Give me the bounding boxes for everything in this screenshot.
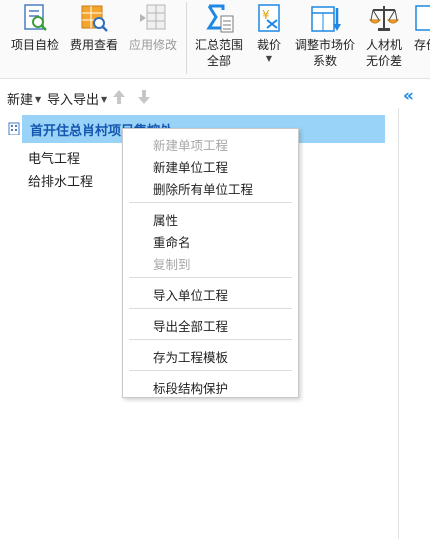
labor-material-line2: 无价差 bbox=[365, 54, 402, 68]
apply-modify-button[interactable]: 应用修改 bbox=[125, 0, 181, 78]
import-export-label: 导入导出 bbox=[47, 93, 100, 108]
apply-modify-label: 应用修改 bbox=[128, 38, 177, 52]
building-icon bbox=[8, 122, 20, 135]
menu-copy-to[interactable]: 复制到 bbox=[153, 254, 191, 273]
menu-separator bbox=[129, 308, 292, 309]
adjust-market-line2: 系数 bbox=[312, 54, 337, 68]
import-export-dropdown-button[interactable]: 导入导出 ▼ bbox=[47, 89, 107, 108]
price-button[interactable]: ¥ 裁价 ▼ bbox=[250, 0, 288, 78]
fee-view-icon bbox=[81, 5, 108, 32]
labor-material-label: 人材机 无价差 bbox=[362, 37, 406, 69]
menu-import-unit-project[interactable]: 导入单位工程 bbox=[153, 285, 228, 304]
apply-modify-icon bbox=[140, 4, 166, 30]
save-price-icon bbox=[415, 5, 430, 31]
project-check-icon bbox=[24, 4, 47, 31]
save-price-button[interactable]: 存价 bbox=[410, 0, 430, 78]
move-down-icon[interactable] bbox=[137, 89, 151, 105]
menu-separator bbox=[129, 277, 292, 278]
summary-range-line2: 全部 bbox=[206, 54, 231, 68]
price-label: 裁价 bbox=[256, 38, 281, 52]
pane-divider bbox=[398, 108, 399, 539]
menu-export-all-projects[interactable]: 导出全部工程 bbox=[153, 316, 228, 335]
price-dropdown-icon[interactable]: ▼ bbox=[250, 54, 288, 63]
ribbon-divider bbox=[186, 2, 187, 74]
sigma-icon bbox=[206, 4, 234, 33]
import-export-caret-icon: ▼ bbox=[101, 95, 108, 104]
tree-item-plumbing[interactable]: 给排水工程 bbox=[28, 171, 93, 190]
labor-material-button[interactable]: 人材机 无价差 bbox=[362, 0, 406, 78]
menu-new-unit-project[interactable]: 新建单位工程 bbox=[153, 157, 228, 176]
new-dropdown-button[interactable]: 新建 ▼ bbox=[7, 89, 41, 108]
menu-separator bbox=[129, 370, 292, 371]
summary-range-line1: 汇总范围 bbox=[194, 38, 243, 52]
tree-item-electrical[interactable]: 电气工程 bbox=[28, 148, 80, 167]
fee-view-label: 费用查看 bbox=[69, 38, 118, 52]
ribbon: 项目自检 费用查看 应用修改 汇总范围 全部 ¥ 裁价 ▼ 调整市场价 系数 人… bbox=[0, 0, 430, 79]
menu-separator bbox=[129, 339, 292, 340]
scale-icon bbox=[368, 6, 400, 31]
menu-delete-all-units[interactable]: 删除所有单位工程 bbox=[153, 179, 253, 198]
menu-rename[interactable]: 重命名 bbox=[153, 232, 191, 251]
summary-range-label: 汇总范围 全部 bbox=[192, 37, 246, 69]
adjust-market-price-button[interactable]: 调整市场价 系数 bbox=[292, 0, 358, 78]
project-check-label: 项目自检 bbox=[10, 38, 59, 52]
context-menu: 新建单项工程 新建单位工程 删除所有单位工程 属性 重命名 复制到 导入单位工程… bbox=[122, 128, 299, 398]
adjust-market-line1: 调整市场价 bbox=[294, 38, 355, 52]
menu-separator bbox=[129, 202, 292, 203]
project-tree-toolbar: 新建 ▼ 导入导出 ▼ bbox=[0, 86, 430, 108]
menu-properties[interactable]: 属性 bbox=[153, 210, 178, 229]
new-caret-icon: ▼ bbox=[35, 95, 42, 104]
collapse-panel-icon[interactable]: « bbox=[403, 86, 414, 106]
summary-range-button[interactable]: 汇总范围 全部 bbox=[192, 0, 246, 78]
svg-text:¥: ¥ bbox=[262, 8, 270, 22]
save-price-label: 存价 bbox=[414, 38, 430, 52]
price-cut-icon: ¥ bbox=[258, 4, 280, 32]
labor-material-line1: 人材机 bbox=[365, 38, 402, 52]
adjust-market-price-label: 调整市场价 系数 bbox=[292, 37, 358, 69]
fee-view-button[interactable]: 费用查看 bbox=[66, 0, 122, 78]
menu-save-as-template[interactable]: 存为工程模板 bbox=[153, 347, 228, 366]
move-up-icon[interactable] bbox=[112, 89, 126, 105]
adjust-price-icon bbox=[311, 6, 341, 32]
new-label: 新建 bbox=[7, 93, 34, 108]
project-check-button[interactable]: 项目自检 bbox=[8, 0, 62, 78]
menu-section-structure-protect[interactable]: 标段结构保护 bbox=[153, 378, 228, 397]
menu-new-single-project[interactable]: 新建单项工程 bbox=[153, 135, 228, 154]
